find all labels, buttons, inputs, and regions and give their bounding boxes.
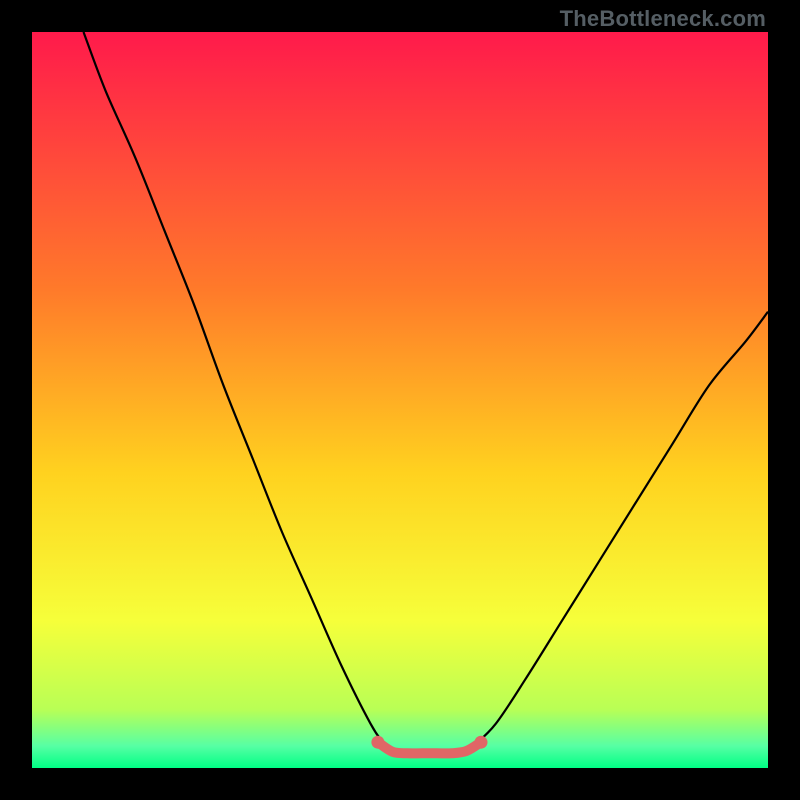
accent-end-dot [371,736,384,749]
plot-area [32,32,768,768]
right-curve [474,312,768,746]
accent-end-dot [475,736,488,749]
chart-frame: TheBottleneck.com [0,0,800,800]
accent-curve [378,742,481,753]
curve-layer [32,32,768,768]
left-curve [84,32,386,746]
watermark-text: TheBottleneck.com [560,6,766,32]
